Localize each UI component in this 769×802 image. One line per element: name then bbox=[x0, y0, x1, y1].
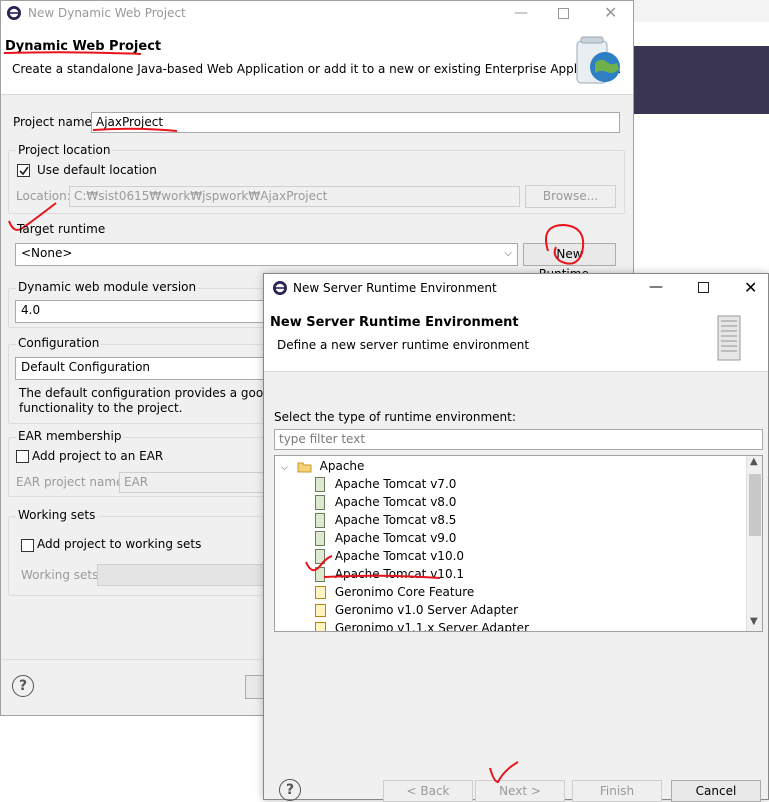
tree-item-label: Geronimo v1.0 Server Adapter bbox=[334, 603, 519, 617]
tree-folder-apache[interactable]: ⌵ Apache bbox=[281, 457, 364, 475]
scrollbar-thumb[interactable] bbox=[749, 474, 761, 536]
runtime-header-description: Define a new server runtime environment bbox=[277, 338, 530, 352]
tree-item[interactable]: Geronimo Core Feature bbox=[315, 583, 474, 601]
annotation-circle-new-runtime bbox=[545, 223, 585, 265]
runtime-type-tree[interactable]: ⌵ Apache Apache Tomcat v7.0 Apache Tomca… bbox=[274, 455, 763, 632]
checkmark-icon bbox=[19, 166, 29, 176]
dialog-header: Dynamic Web Project Create a standalone … bbox=[1, 27, 633, 95]
chevron-down-icon[interactable]: ⌵ bbox=[281, 459, 293, 477]
server-tower-icon bbox=[717, 315, 741, 361]
module-version-combo[interactable]: 4.0 bbox=[15, 300, 265, 323]
runtime-title-bar[interactable]: New Server Runtime Environment — ✕ bbox=[264, 274, 768, 302]
type-filter-input[interactable]: type filter text bbox=[274, 429, 763, 450]
ear-project-name-combo[interactable]: EAR bbox=[119, 472, 269, 493]
configuration-desc-line1: The default configuration provides a goo… bbox=[19, 386, 293, 400]
target-runtime-combo[interactable]: <None> ⌵ bbox=[15, 243, 518, 266]
module-version-label: Dynamic web module version bbox=[16, 280, 199, 294]
annotation-underline-project-name bbox=[92, 127, 178, 132]
help-icon[interactable]: ? bbox=[12, 675, 34, 697]
new-server-runtime-dialog: New Server Runtime Environment — ✕ New S… bbox=[263, 273, 769, 802]
tree-item-label: Geronimo v1.1.x Server Adapter bbox=[334, 621, 529, 632]
tree-item[interactable]: Apache Tomcat v9.0 bbox=[315, 529, 456, 547]
tree-item[interactable]: Geronimo v1.1.x Server Adapter bbox=[315, 619, 529, 632]
server-icon bbox=[315, 495, 325, 510]
background-toolbar bbox=[634, 0, 769, 22]
minimize-icon[interactable]: — bbox=[649, 279, 663, 295]
annotation-checkmark-next bbox=[489, 761, 519, 784]
tree-item-label: Apache Tomcat v8.0 bbox=[334, 495, 457, 509]
minimize-icon[interactable]: — bbox=[514, 5, 528, 21]
server-icon bbox=[315, 477, 325, 492]
help-icon[interactable]: ? bbox=[279, 779, 301, 801]
eclipse-icon bbox=[273, 281, 287, 295]
cancel-button[interactable]: Cancel bbox=[671, 780, 761, 802]
background-banner bbox=[634, 46, 769, 114]
use-default-location-checkbox[interactable] bbox=[17, 164, 30, 177]
chevron-down-icon: ⌵ bbox=[504, 248, 512, 259]
annotation-underline-title bbox=[3, 51, 142, 55]
configuration-combo[interactable]: Default Configuration bbox=[15, 357, 265, 380]
project-name-label: Project name: bbox=[13, 115, 96, 129]
working-sets-combo[interactable] bbox=[97, 564, 267, 586]
tree-scrollbar[interactable]: ▲ ▼ bbox=[746, 456, 762, 631]
ear-project-name-value: EAR bbox=[124, 475, 149, 489]
close-icon[interactable]: ✕ bbox=[744, 278, 757, 297]
scroll-down-icon[interactable]: ▼ bbox=[750, 616, 758, 627]
tree-folder-label: Apache bbox=[319, 459, 365, 473]
runtime-window-title: New Server Runtime Environment bbox=[293, 281, 497, 295]
maximize-icon[interactable] bbox=[558, 8, 569, 19]
tree-item[interactable]: Apache Tomcat v8.0 bbox=[315, 493, 456, 511]
working-sets-field-label: Working sets: bbox=[21, 568, 103, 582]
runtime-dialog-header: New Server Runtime Environment Define a … bbox=[264, 302, 768, 372]
window-title: New Dynamic Web Project bbox=[28, 6, 186, 20]
server-icon bbox=[315, 513, 325, 528]
configuration-value: Default Configuration bbox=[21, 360, 151, 374]
working-sets-label: Working sets bbox=[16, 508, 98, 522]
filter-placeholder: type filter text bbox=[279, 432, 366, 446]
tree-item[interactable]: Apache Tomcat v8.5 bbox=[315, 511, 456, 529]
location-value: C:₩sist0615₩work₩jspwork₩AjaxProject bbox=[74, 189, 328, 203]
add-to-working-sets-checkbox[interactable] bbox=[21, 539, 34, 552]
select-type-label: Select the type of runtime environment: bbox=[274, 410, 516, 424]
runtime-header-title: New Server Runtime Environment bbox=[270, 315, 519, 330]
adapter-icon bbox=[315, 604, 326, 617]
adapter-icon bbox=[315, 622, 326, 631]
use-default-location-label: Use default location bbox=[37, 163, 157, 177]
tree-item-label: Apache Tomcat v7.0 bbox=[334, 477, 457, 491]
tree-item-label: Apache Tomcat v9.0 bbox=[334, 531, 457, 545]
add-to-ear-label: Add project to an EAR bbox=[32, 449, 164, 463]
target-runtime-value: <None> bbox=[21, 246, 73, 260]
folder-open-icon bbox=[297, 462, 312, 472]
tree-item-label: Apache Tomcat v8.5 bbox=[334, 513, 457, 527]
target-runtime-label: Target runtime bbox=[17, 222, 106, 236]
close-icon[interactable]: ✕ bbox=[604, 3, 617, 22]
tree-item[interactable]: Apache Tomcat v7.0 bbox=[315, 475, 456, 493]
configuration-desc-line2: functionality to the project. bbox=[19, 401, 183, 415]
tree-item-label: Geronimo Core Feature bbox=[334, 585, 475, 599]
title-bar[interactable]: New Dynamic Web Project — ✕ bbox=[1, 1, 633, 27]
browse-button[interactable]: Browse... bbox=[525, 185, 616, 208]
server-icon bbox=[315, 531, 325, 546]
adapter-icon bbox=[315, 586, 326, 599]
maximize-icon[interactable] bbox=[698, 282, 709, 293]
ear-project-name-label: EAR project name: bbox=[16, 475, 128, 489]
header-description: Create a standalone Java-based Web Appli… bbox=[12, 62, 622, 76]
annotation-underline-tomcat-10-1 bbox=[305, 555, 441, 579]
project-location-label: Project location bbox=[16, 143, 113, 157]
eclipse-icon bbox=[7, 6, 21, 20]
back-button[interactable]: < Back bbox=[383, 780, 473, 802]
web-project-wizard-icon bbox=[576, 36, 620, 84]
scroll-up-icon[interactable]: ▲ bbox=[750, 456, 758, 467]
module-version-value: 4.0 bbox=[21, 303, 41, 317]
add-to-working-sets-label: Add project to working sets bbox=[37, 537, 202, 551]
ear-membership-label: EAR membership bbox=[16, 429, 124, 443]
location-input[interactable]: C:₩sist0615₩work₩jspwork₩AjaxProject bbox=[69, 186, 520, 207]
add-to-ear-checkbox[interactable] bbox=[16, 450, 29, 463]
tree-item[interactable]: Geronimo v1.0 Server Adapter bbox=[315, 601, 518, 619]
configuration-label: Configuration bbox=[16, 336, 102, 350]
finish-button[interactable]: Finish bbox=[572, 780, 662, 802]
